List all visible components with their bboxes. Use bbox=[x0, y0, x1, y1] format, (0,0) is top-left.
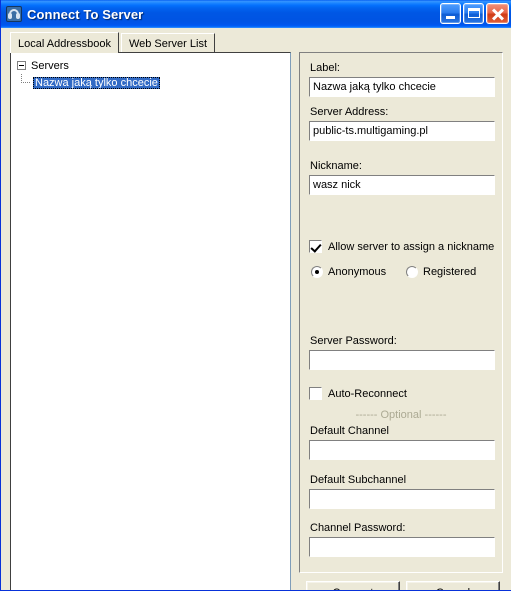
cancel-button-label: ancel bbox=[444, 587, 470, 590]
nickname-input[interactable] bbox=[309, 175, 495, 195]
collapse-icon[interactable] bbox=[17, 61, 26, 70]
radio-anonymous[interactable]: Anonymous bbox=[311, 266, 386, 278]
server-address-input[interactable] bbox=[309, 121, 495, 141]
channel-password-input[interactable] bbox=[309, 537, 495, 557]
tree-item-server-entry-label: Nazwa jaką tylko chcecie bbox=[33, 76, 160, 89]
tree-item-servers-label: Servers bbox=[31, 59, 69, 72]
radio-anonymous-label: Anonymous bbox=[328, 266, 387, 278]
connect-button[interactable]: Connect bbox=[306, 581, 400, 590]
connect-button-label: onnect bbox=[340, 587, 373, 590]
radio-registered[interactable]: Registered bbox=[406, 266, 476, 278]
server-details-panel: Label: Server Address: Nickname: Allow s… bbox=[299, 52, 503, 573]
window-controls bbox=[440, 3, 509, 24]
tab-local-addressbook[interactable]: Local Addressbook bbox=[10, 32, 119, 53]
close-icon[interactable] bbox=[486, 3, 509, 24]
tree-line-horizontal-icon bbox=[21, 82, 30, 83]
headset-icon bbox=[6, 6, 22, 22]
connect-to-server-window: Connect To Server Local Addressbook Web … bbox=[0, 0, 511, 591]
minimize-icon[interactable] bbox=[440, 3, 461, 24]
radio-unselected-icon bbox=[406, 266, 418, 278]
radio-registered-label: Registered bbox=[423, 266, 477, 278]
channel-password-caption: Channel Password: bbox=[310, 522, 406, 534]
allow-assign-nickname-checkbox[interactable]: Allow server to assign a nickname bbox=[309, 240, 494, 253]
tab-local-addressbook-label: Local Addressbook bbox=[18, 38, 111, 50]
label-input[interactable] bbox=[309, 77, 495, 97]
allow-assign-nickname-label: Allow server to assign a nickname bbox=[328, 240, 495, 253]
window-title: Connect To Server bbox=[27, 6, 144, 22]
title-bar[interactable]: Connect To Server bbox=[1, 0, 511, 28]
tree-item-server-entry[interactable]: Nazwa jaką tylko chcecie bbox=[11, 74, 290, 91]
default-subchannel-input[interactable] bbox=[309, 489, 495, 509]
client-area: Local Addressbook Web Server List Server… bbox=[2, 28, 511, 590]
default-channel-input[interactable] bbox=[309, 440, 495, 460]
server-password-input[interactable] bbox=[309, 350, 495, 370]
tab-strip: Local Addressbook Web Server List bbox=[10, 32, 216, 53]
cancel-button[interactable]: Cancel bbox=[406, 581, 500, 590]
tree-item-servers[interactable]: Servers bbox=[11, 57, 290, 74]
checkbox-checked-icon bbox=[309, 240, 322, 253]
optional-divider: ------ Optional ------ bbox=[355, 409, 447, 421]
server-password-caption: Server Password: bbox=[310, 335, 397, 347]
default-channel-caption: Default Channel bbox=[310, 425, 389, 437]
tab-web-server-list-label: Web Server List bbox=[128, 38, 208, 50]
radio-selected-icon bbox=[311, 266, 323, 278]
default-subchannel-caption: Default Subchannel bbox=[310, 474, 407, 486]
label-field-caption: Label: bbox=[310, 62, 340, 74]
server-address-caption: Server Address: bbox=[310, 106, 389, 118]
checkbox-unchecked-icon bbox=[309, 387, 322, 400]
maximize-icon[interactable] bbox=[463, 3, 484, 24]
nickname-caption: Nickname: bbox=[310, 160, 362, 172]
tab-web-server-list[interactable]: Web Server List bbox=[120, 33, 216, 52]
auto-reconnect-checkbox[interactable]: Auto-Reconnect bbox=[309, 387, 407, 400]
cancel-button-accel: C bbox=[436, 587, 444, 590]
auto-reconnect-label: Auto-Reconnect bbox=[328, 387, 407, 400]
servers-treeview[interactable]: Servers Nazwa jaką tylko chcecie bbox=[10, 52, 291, 590]
